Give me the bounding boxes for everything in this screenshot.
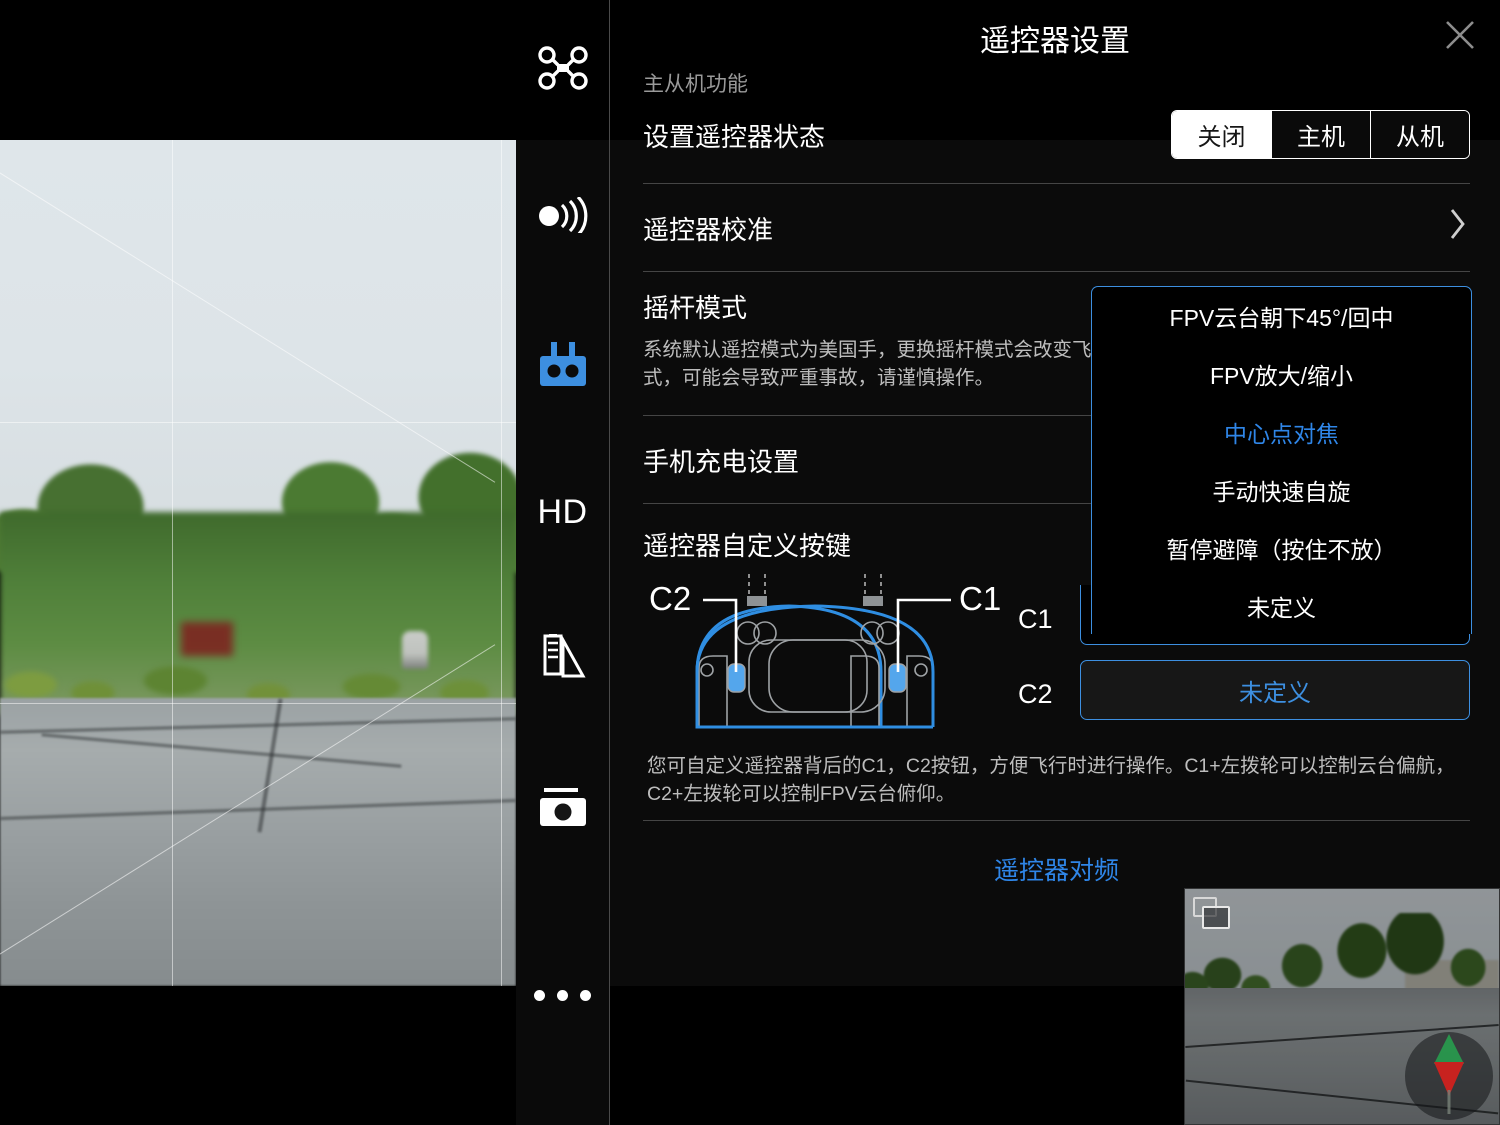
switch-view-icon[interactable] [1193,897,1235,937]
rail-item-more[interactable] [516,920,609,1070]
dropdown-option-center-focus[interactable]: 中心点对焦 [1092,403,1471,461]
grid-line-horizontal [0,421,516,423]
setting-desc-custom-keys: 您可自定义遥控器背后的C1，C2按钮，方便飞行时进行操作。C1+左拨轮可以控制云… [647,755,1455,806]
rc-state-option-master[interactable]: 主机 [1271,111,1370,158]
compass-tail [1447,1090,1451,1114]
setting-label-custom-keys: 遥控器自定义按键 [643,531,852,561]
attitude-compass-icon [1405,1032,1493,1120]
grid-line-horizontal [0,703,516,705]
rc-state-option-slave[interactable]: 从机 [1370,111,1469,158]
assignment-row-c2: C2 未定义 [1018,657,1470,732]
assignment-key-c2: C2 [1018,679,1053,709]
c1-assignment-dropdown: FPV云台朝下45°/回中 FPV放大/缩小 中心点对焦 手动快速自旋 暂停避障… [1091,286,1472,634]
dropdown-option-manual-spin[interactable]: 手动快速自旋 [1092,461,1471,519]
hd-text-icon: HD [537,492,588,531]
left-icon-rail: HD [516,0,610,1125]
close-icon [1443,18,1477,52]
chevron-right-icon [1448,206,1468,247]
assignment-key-c1: C1 [1018,604,1053,634]
transmission-icon [536,197,590,233]
rail-item-hd[interactable]: HD [516,442,609,582]
assignment-value-c2[interactable]: 未定义 [1080,660,1470,720]
setting-label-rc-calibration: 遥控器校准 [643,215,774,245]
picture-in-picture-view[interactable] [1184,888,1500,1125]
setting-label-stick-mode: 摇杆模式 [643,293,748,323]
rail-item-camera[interactable] [516,732,609,882]
dropdown-option-fpv-zoom[interactable]: FPV放大/缩小 [1092,345,1471,403]
setting-label-rc-state: 设置遥控器状态 [643,122,826,152]
dropdown-option-fpv-gimbal-45[interactable]: FPV云台朝下45°/回中 [1092,287,1471,345]
battery-signal-icon [539,634,587,680]
feed-red-structure [180,622,233,657]
grid-line-vertical [500,140,502,986]
dropdown-option-undefined[interactable]: 未定义 [1092,577,1471,635]
rc-state-segmented-control: 关闭 主机 从机 [1171,110,1470,159]
grid-line-vertical [171,140,173,986]
dropdown-option-pause-obstacle-avoidance[interactable]: 暂停避障（按住不放） [1092,519,1471,577]
compass-heading-cone [1434,1034,1464,1064]
page-title: 遥控器设置 [980,25,1130,58]
rail-item-transmission[interactable] [516,140,609,290]
rc-linking-link[interactable]: 遥控器对频 [643,851,1470,887]
close-button[interactable] [1436,12,1484,58]
section-label-master-slave: 主从机功能 [643,73,748,96]
setting-row-rc-state: 设置遥控器状态 关闭 主机 从机 [643,97,1470,183]
setting-label-phone-charging: 手机充电设置 [643,447,800,477]
diagram-callout-c2: C2 [649,580,691,617]
feed-pavement [0,698,516,986]
drone-app-screen: HD 遥控器设置 主从机功能 设置遥控器状态 关闭 主机 从机 遥控器校准 摇杆… [0,0,1500,1125]
camera-live-feed[interactable] [0,140,516,986]
remote-controller-icon [536,342,590,390]
feed-person [402,630,429,669]
rail-item-battery[interactable] [516,582,609,732]
drone-icon [537,45,588,95]
rc-state-option-off[interactable]: 关闭 [1172,111,1271,158]
diagram-callout-c1: C1 [959,580,1001,617]
rail-item-remote-controller[interactable] [516,290,609,442]
setting-row-rc-calibration[interactable]: 遥控器校准 [643,183,1470,271]
more-dots-icon [534,989,591,1001]
camera-icon [538,786,588,828]
rail-item-aircraft[interactable] [516,0,609,140]
